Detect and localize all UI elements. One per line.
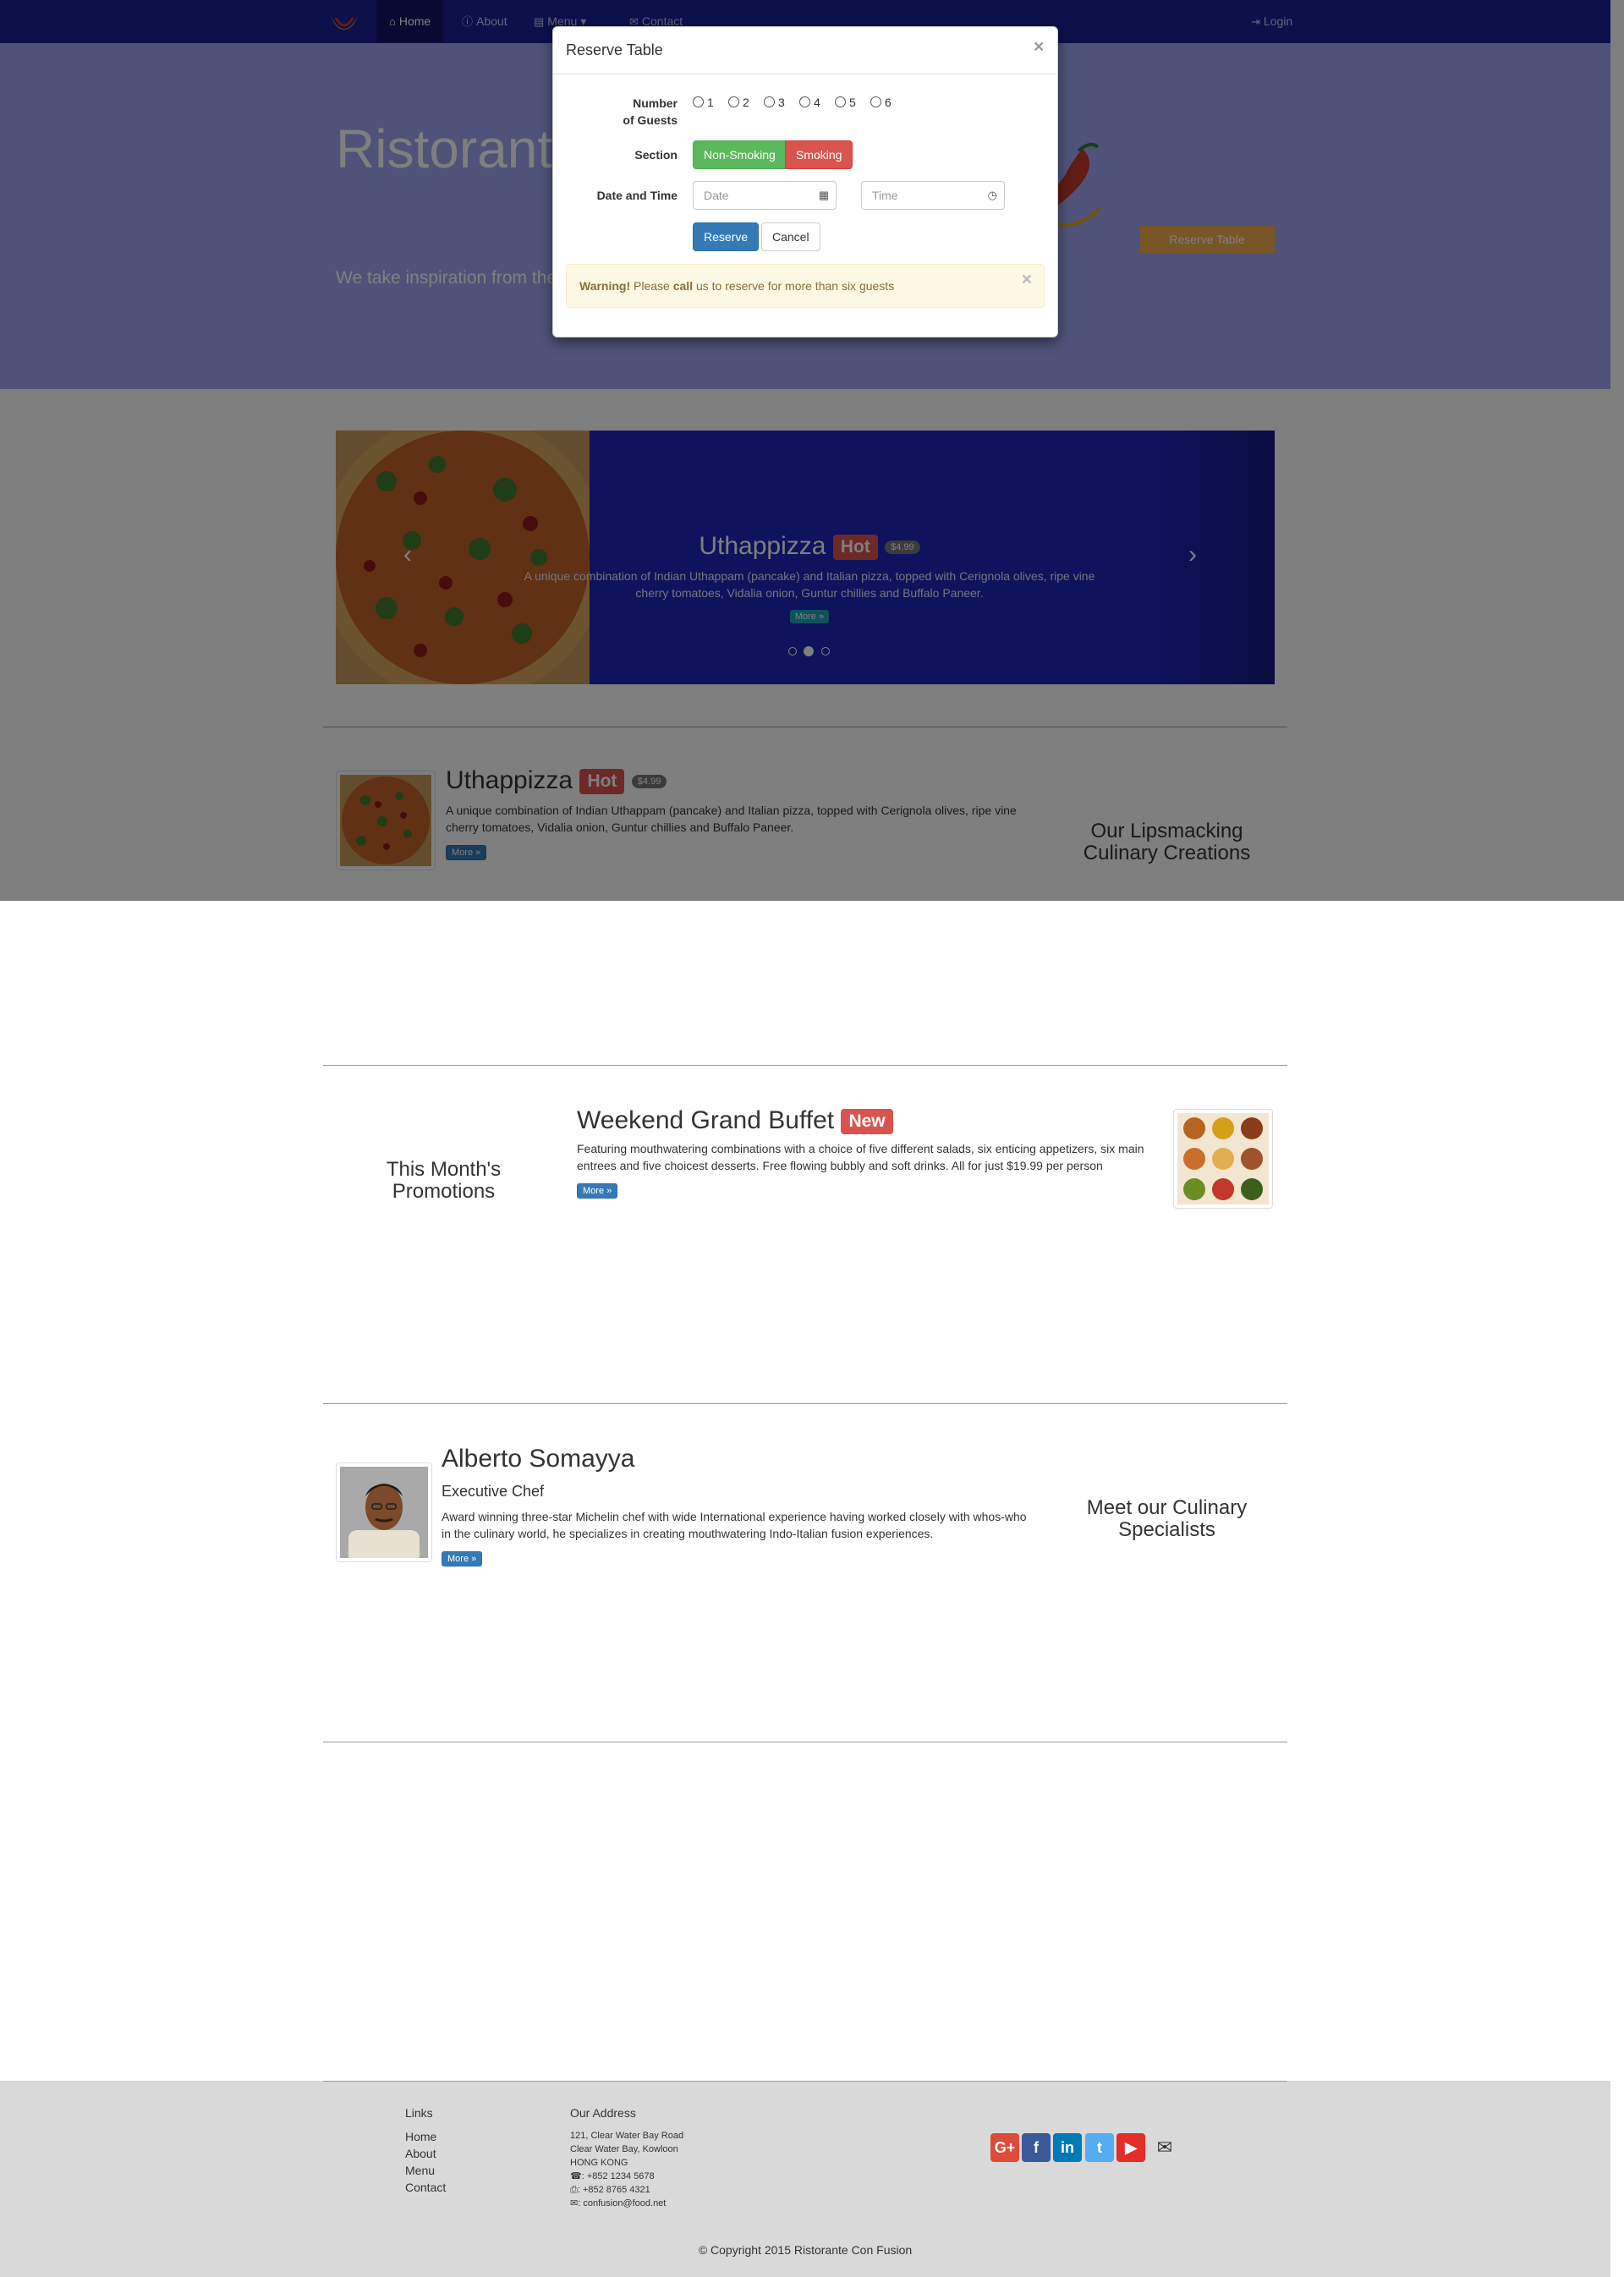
fax-icon: ⎙	[570, 2185, 578, 2195]
radio-icon[interactable]	[835, 96, 846, 107]
youtube-icon[interactable]: ▶	[1116, 2133, 1145, 2162]
guests-radio-3[interactable]: 3	[764, 96, 785, 109]
close-icon[interactable]: ×	[1022, 259, 1032, 301]
footer-links-heading: Links	[405, 2106, 433, 2120]
footer-address-heading: Our Address	[570, 2106, 636, 2120]
guests-radio-4[interactable]: 4	[799, 96, 820, 109]
guests-label-line-1: Number	[633, 96, 678, 110]
chef-name: Alberto Somayya	[442, 1445, 635, 1473]
date-input[interactable]: Date ▦	[693, 181, 837, 210]
facebook-icon[interactable]: f	[1022, 2133, 1051, 2162]
guests-radio-label: 1	[707, 96, 714, 109]
guests-radio-label: 5	[849, 96, 856, 109]
smoking-button[interactable]: Smoking	[785, 140, 853, 169]
radio-icon[interactable]	[799, 96, 810, 107]
footer: Links Home About Menu Contact Our Addres…	[0, 2081, 1610, 2277]
radio-icon[interactable]	[693, 96, 704, 107]
footer-link-about[interactable]: About	[405, 2147, 436, 2160]
guests-label-line-2: of Guests	[623, 113, 678, 127]
chef-description: Award winning three-star Michelin chef w…	[442, 1510, 1027, 1540]
footer-phone-value: +852 1234 5678	[586, 2171, 655, 2181]
close-icon[interactable]: ×	[1034, 37, 1044, 58]
mail-icon[interactable]: ✉	[1150, 2133, 1179, 2162]
footer-link-contact[interactable]: Contact	[405, 2181, 446, 2194]
warning-alert: Warning! Please call us to reserve for m…	[566, 264, 1045, 308]
guests-radio-1[interactable]: 1	[693, 96, 714, 109]
radio-icon[interactable]	[870, 96, 881, 107]
footer-email: ✉: confusion@food.net	[570, 2198, 667, 2208]
footer-divider	[323, 2081, 1287, 2082]
reserve-table-modal: Reserve Table × Number of Guests 1 2 3 4…	[552, 26, 1058, 337]
alert-strong: Warning!	[579, 279, 631, 293]
guests-radio-label: 2	[743, 96, 749, 109]
modal-title: Reserve Table	[566, 41, 663, 58]
chef-thumbnail	[336, 1462, 432, 1564]
chef-more-button[interactable]: More »	[442, 1551, 483, 1566]
guests-radio-6[interactable]: 6	[870, 96, 892, 109]
guests-label: Number of Guests	[566, 95, 678, 129]
time-placeholder: Time	[872, 189, 898, 202]
cancel-button[interactable]: Cancel	[761, 222, 820, 251]
promotion-description: Featuring mouthwatering combinations wit…	[577, 1142, 1144, 1172]
promotion-more-button[interactable]: More »	[577, 1183, 618, 1199]
promotion-section-heading: This Month's Promotions	[386, 1158, 502, 1203]
envelope-icon: ✉	[570, 2198, 579, 2208]
phone-icon: ☎	[570, 2171, 582, 2181]
footer-address-line: Clear Water Bay, Kowloon	[570, 2144, 678, 2154]
radio-icon[interactable]	[764, 96, 775, 107]
guests-radio-5[interactable]: 5	[835, 96, 856, 109]
promotion-thumbnail	[1173, 1109, 1273, 1209]
footer-copyright: © Copyright 2015 Ristorante Con Fusion	[698, 2243, 913, 2257]
twitter-icon[interactable]: t	[1085, 2133, 1114, 2162]
new-label: New	[841, 1109, 893, 1135]
linkedin-icon[interactable]: in	[1053, 2133, 1082, 2162]
divider	[323, 1403, 1287, 1404]
alert-text-pre: Please	[634, 279, 670, 293]
chef-section-heading: Meet our Culinary Specialists	[1086, 1496, 1248, 1541]
footer-link-home[interactable]: Home	[405, 2130, 436, 2143]
footer-phone: ☎: +852 1234 5678	[570, 2171, 655, 2181]
radio-icon[interactable]	[728, 96, 739, 107]
buffet-image	[1177, 1113, 1269, 1204]
alert-text-post: us to reserve for more than six guests	[695, 279, 895, 293]
time-input[interactable]: Time ◷	[861, 181, 1005, 210]
chef-role: Executive Chef	[442, 1483, 545, 1500]
guests-radio-label: 6	[885, 96, 892, 109]
footer-fax: ⎙: +852 8765 4321	[570, 2185, 650, 2195]
footer-email-value[interactable]: confusion@food.net	[583, 2198, 666, 2208]
guests-radio-label: 3	[778, 96, 785, 109]
guests-radio-2[interactable]: 2	[728, 96, 749, 109]
datetime-label: Date and Time	[596, 189, 678, 202]
footer-address-line: HONG KONG	[570, 2158, 628, 2168]
google-plus-icon[interactable]: G+	[990, 2133, 1019, 2162]
section-label: Section	[634, 148, 678, 162]
footer-link-menu[interactable]: Menu	[405, 2164, 435, 2177]
guests-radio-label: 4	[814, 96, 820, 109]
promotion-title: Weekend Grand Buffet New	[577, 1106, 893, 1135]
clock-icon[interactable]: ◷	[988, 182, 997, 209]
date-placeholder: Date	[704, 189, 729, 202]
calendar-icon[interactable]: ▦	[819, 182, 829, 209]
footer-fax-value: +852 8765 4321	[582, 2185, 650, 2195]
modal-header: Reserve Table ×	[553, 27, 1057, 74]
divider	[323, 1065, 1287, 1066]
promotion-name: Weekend Grand Buffet	[577, 1106, 835, 1134]
alert-call-link[interactable]: call	[673, 279, 693, 293]
non-smoking-button[interactable]: Non-Smoking	[693, 140, 787, 169]
footer-address-line: 121, Clear Water Bay Road	[570, 2131, 684, 2141]
chef-photo	[340, 1467, 428, 1564]
reserve-button[interactable]: Reserve	[693, 222, 760, 251]
